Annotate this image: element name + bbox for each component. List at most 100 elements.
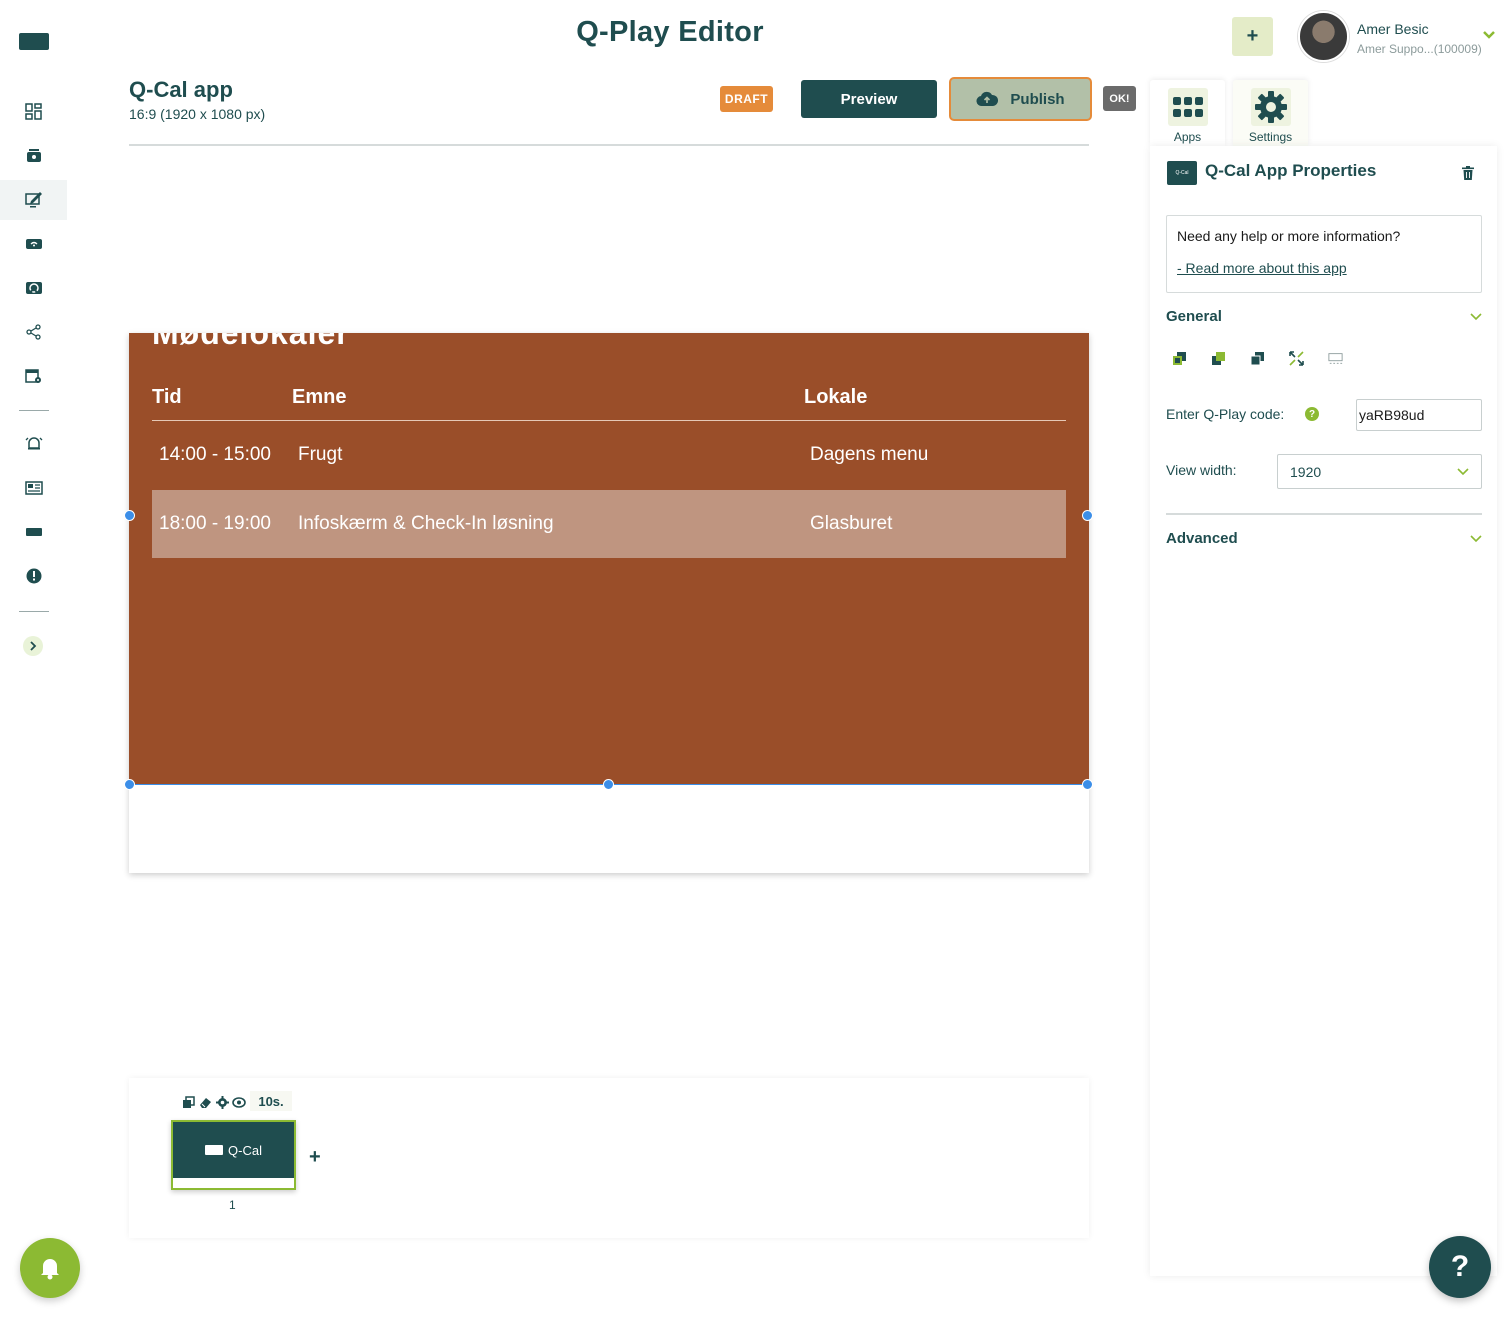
screen-layout-icon[interactable] [1328,351,1343,366]
sidebar [0,0,80,1318]
slide-duration[interactable]: 10s. [250,1091,292,1111]
alarm-bell-icon [25,437,42,450]
advanced-section-header[interactable]: Advanced [1166,530,1482,547]
help-button[interactable]: ? [1429,1236,1491,1298]
sidebar-item-editor[interactable] [0,180,67,220]
status-badge: DRAFT [720,86,773,112]
avatar[interactable] [1298,11,1349,62]
send-backward-icon[interactable] [1250,351,1265,366]
sidebar-item-warnings[interactable] [0,556,67,596]
column-header-room: Lokale [804,386,868,408]
slide-label: Q-Cal [228,1142,262,1158]
tab-settings-icon-wrap [1250,88,1291,126]
panel-title: Q-Cal App Properties [1205,161,1377,180]
chevron-down-icon [1457,467,1469,475]
duplicate-icon[interactable] [1172,351,1187,366]
view-width-value: 1920 [1290,463,1322,480]
user-account[interactable]: Amer Suppo...(100009) [1357,42,1482,56]
advanced-title: Advanced [1166,530,1238,547]
divider [1166,513,1482,515]
fullscreen-icon[interactable] [1289,351,1304,366]
help-box: Need any help or more information? - Rea… [1166,215,1482,293]
sidebar-divider [19,410,49,411]
wifi-screen-icon [25,239,42,249]
resize-handle-left[interactable] [124,510,135,521]
bring-forward-icon[interactable] [1211,351,1226,366]
slide-timeline: 10s. Q-Cal 1 + [129,1078,1089,1238]
resize-handle-bottom[interactable] [603,779,614,790]
resize-handle-bottom-left[interactable] [124,779,135,790]
edit-screen-icon [24,192,42,208]
calendar-gear-icon [24,369,41,383]
chevron-right-icon [30,641,37,651]
resize-handle-bottom-right[interactable] [1082,779,1093,790]
copy-icon[interactable] [181,1095,195,1109]
ok-badge[interactable]: OK! [1103,86,1136,111]
qcal-app-icon: Q-Cal [1167,161,1197,185]
row-room: Glasburet [810,513,893,534]
user-name[interactable]: Amer Besic [1357,21,1429,37]
project-resolution: 16:9 (1920 x 1080 px) [129,106,266,122]
screen-icon [205,1145,224,1155]
help-question: Need any help or more information? [1177,228,1401,244]
code-label: Enter Q-Play code: [1166,406,1285,422]
sidebar-item-screens[interactable] [0,224,67,264]
sidebar-item-sync[interactable] [0,268,67,308]
sidebar-expand-button[interactable] [23,636,43,656]
slide-thumbnail[interactable]: Q-Cal [171,1120,296,1190]
sidebar-item-schedule[interactable] [0,356,67,396]
read-more-link[interactable]: - Read more about this app [1177,260,1471,276]
properties-panel: Q-Cal Q-Cal App Properties Need any help… [1150,146,1497,1276]
settings-icon[interactable] [215,1095,229,1109]
tab-apps-label: Apps [1173,130,1202,144]
dashboard-icon [24,103,42,120]
newspaper-icon [24,481,43,495]
tab-settings[interactable]: Settings [1233,80,1308,146]
sidebar-item-news[interactable] [0,468,67,508]
notifications-button[interactable] [20,1238,80,1298]
row-time: 14:00 - 15:00 [159,444,271,465]
sidebar-item-share[interactable] [0,312,67,352]
tab-apps[interactable]: Apps [1150,80,1225,146]
trash-icon[interactable] [1462,166,1474,180]
qcal-app-element[interactable]: Mødelokaler Tid Emne Lokale 14:00 - 15:0… [129,333,1089,785]
row-time: 18:00 - 19:00 [159,513,271,534]
alert-circle-icon [26,568,41,584]
grid-dots-icon [1172,97,1203,117]
row-room: Dagens menu [810,444,929,465]
slide-preview: Q-Cal [173,1122,294,1178]
sidebar-item-alerts[interactable] [0,424,67,464]
editor-canvas[interactable]: Mødelokaler Tid Emne Lokale 14:00 - 15:0… [124,333,1093,873]
gear-icon [1254,91,1287,123]
chevron-down-icon[interactable] [1482,30,1496,40]
publish-button[interactable]: Publish [949,77,1092,121]
qplay-code-input[interactable] [1356,399,1482,431]
sync-screen-icon [25,282,42,294]
row-subject: Frugt [298,444,343,465]
table-row: 18:00 - 19:00 Infoskærm & Check-In løsni… [152,490,1066,558]
media-icon [26,149,41,162]
row-subject: Infoskærm & Check-In løsning [298,513,554,534]
chevron-down-icon [1470,534,1482,542]
question-icon[interactable]: ? [1305,407,1319,421]
slide-number: 1 [229,1198,236,1212]
sidebar-item-display[interactable] [0,512,67,552]
calendar-heading: Mødelokaler [152,333,350,351]
sidebar-item-dashboard[interactable] [0,92,67,132]
resize-handle-right[interactable] [1082,510,1093,521]
sidebar-item-media[interactable] [0,136,67,176]
add-slide-button[interactable]: + [309,1146,321,1169]
divider [129,144,1089,146]
eraser-icon[interactable] [198,1095,212,1109]
chevron-down-icon [1470,312,1482,320]
general-section-header[interactable]: General [1166,308,1482,325]
display-icon [25,528,42,536]
view-width-select[interactable]: 1920 [1277,454,1482,489]
qcal-app-icon-label: Q-Cal [1175,170,1189,176]
preview-button[interactable]: Preview [801,80,937,118]
add-button[interactable]: + [1232,17,1273,56]
sidebar-divider [19,611,49,612]
page-title: Q-Play Editor [576,16,764,48]
bell-icon [41,1259,59,1280]
eye-icon[interactable] [232,1095,246,1109]
